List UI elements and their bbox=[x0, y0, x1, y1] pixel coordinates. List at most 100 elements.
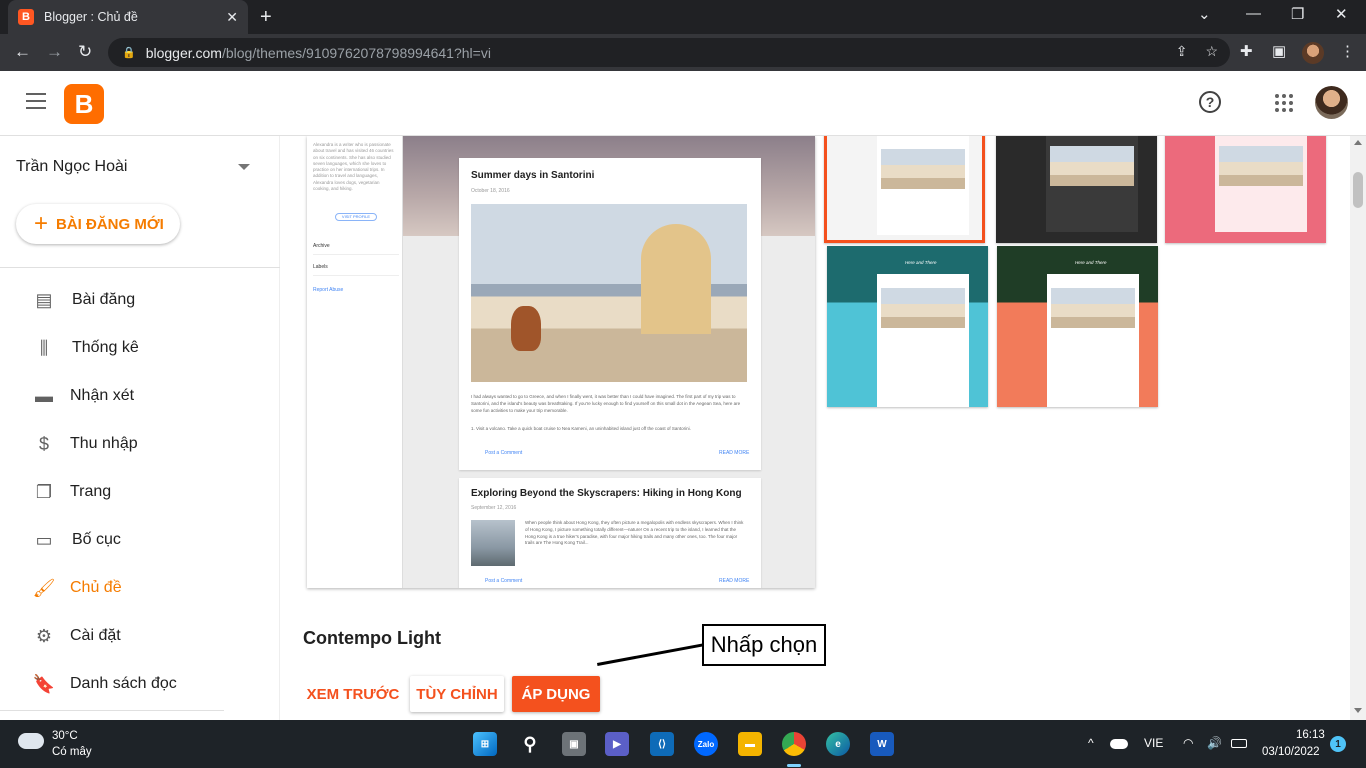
back-icon[interactable]: ← bbox=[14, 42, 31, 62]
dollar-icon: $ bbox=[38, 433, 49, 454]
scrollbar-thumb[interactable] bbox=[1353, 172, 1363, 208]
sidebar-item-label: Bài đăng bbox=[72, 291, 136, 308]
bookmark-star-icon[interactable]: ☆ bbox=[1205, 43, 1218, 60]
forward-icon[interactable]: → bbox=[46, 42, 63, 62]
thumbnail-label: Here and There bbox=[1075, 260, 1107, 265]
preview-post-image bbox=[471, 204, 747, 382]
thumbnail-label: Here and There bbox=[905, 260, 937, 265]
file-explorer-icon[interactable]: ▬ bbox=[738, 732, 762, 756]
thumbnail-image bbox=[1219, 146, 1303, 186]
theme-thumbnail[interactable] bbox=[824, 136, 985, 243]
help-icon[interactable]: ? bbox=[1199, 91, 1221, 113]
task-view-icon[interactable]: ▣ bbox=[562, 732, 586, 756]
browser-tab[interactable]: B Blogger : Chủ đề ✕ bbox=[8, 0, 248, 34]
extensions-icon[interactable]: ✚ bbox=[1240, 42, 1253, 60]
sidebar-item-settings[interactable]: ⚙ Cài đặt bbox=[0, 612, 280, 660]
preview-post-text: When people think about Hong Kong, they … bbox=[525, 520, 744, 546]
clock-time[interactable]: 16:13 bbox=[1296, 729, 1325, 741]
tab-search-icon[interactable]: ⌄ bbox=[1198, 5, 1211, 23]
scroll-down-icon[interactable] bbox=[1354, 708, 1362, 713]
chevron-up-icon[interactable]: ^ bbox=[1088, 736, 1094, 750]
edge-icon[interactable]: e bbox=[826, 732, 850, 756]
thumbnail-image bbox=[881, 149, 965, 189]
volume-icon[interactable]: 🔊 bbox=[1207, 736, 1222, 750]
new-tab-icon[interactable]: + bbox=[260, 6, 272, 29]
chevron-down-icon[interactable] bbox=[238, 164, 250, 170]
plus-icon: + bbox=[34, 210, 49, 237]
vscode-icon[interactable]: ⟨⟩ bbox=[650, 732, 674, 756]
reload-icon[interactable]: ↻ bbox=[78, 42, 92, 62]
divider bbox=[0, 710, 224, 711]
preview-visit-profile: VISIT PROFILE bbox=[335, 213, 377, 221]
input-language[interactable]: VIE bbox=[1144, 736, 1163, 750]
theme-thumbnail[interactable] bbox=[996, 136, 1157, 243]
sidebar-item-pages[interactable]: ❐ Trang bbox=[0, 468, 280, 516]
blog-selector[interactable]: Trần Ngọc Hoài bbox=[16, 158, 127, 176]
preview-pot-shape bbox=[511, 306, 541, 351]
theme-name: Contempo Light bbox=[303, 628, 441, 648]
new-post-button[interactable]: + BÀI ĐĂNG MỚI bbox=[16, 204, 180, 244]
address-bar[interactable]: 🔒 blogger.com/blog/themes/91097620787989… bbox=[108, 38, 1230, 67]
url-path: /blog/themes/9109762078798994641?hl=vi bbox=[221, 44, 491, 61]
account-avatar[interactable] bbox=[1315, 86, 1348, 119]
new-post-label: BÀI ĐĂNG MỚI bbox=[56, 215, 164, 233]
wifi-icon[interactable]: ◠ bbox=[1183, 736, 1193, 750]
chrome-menu-icon[interactable]: ⋮ bbox=[1340, 42, 1355, 60]
theme-thumbnail[interactable] bbox=[1165, 136, 1326, 243]
share-icon[interactable]: ⇪ bbox=[1176, 43, 1188, 60]
divider bbox=[0, 267, 280, 268]
chrome-icon[interactable] bbox=[782, 732, 806, 756]
google-apps-icon[interactable] bbox=[1275, 94, 1293, 112]
thumbnail-image bbox=[1051, 288, 1135, 328]
search-icon[interactable]: ⚲ bbox=[518, 732, 542, 756]
sidebar-item-posts[interactable]: ▤ Bài đăng bbox=[0, 276, 280, 324]
gear-icon: ⚙ bbox=[35, 625, 53, 646]
clock-date[interactable]: 03/10/2022 bbox=[1262, 746, 1320, 758]
sidebar-item-label: Trang bbox=[70, 483, 112, 500]
chrome-profile-avatar[interactable] bbox=[1302, 42, 1324, 64]
windows-taskbar: 30°C Có mây ⊞ ⚲ ▣ ▶ ⟨⟩ Zalo ▬ e W ^ VIE … bbox=[0, 720, 1366, 768]
sidebar-item-earnings[interactable]: $ Thu nhập bbox=[0, 420, 280, 468]
close-tab-icon[interactable]: ✕ bbox=[226, 9, 238, 26]
sidebar-item-stats[interactable]: ⫼ Thống kê bbox=[0, 324, 280, 372]
onedrive-icon[interactable] bbox=[1110, 739, 1128, 749]
preview-button[interactable]: XEM TRƯỚC bbox=[303, 676, 403, 712]
blogger-logo-icon[interactable]: B bbox=[64, 84, 104, 124]
theme-thumbnail[interactable]: Here and There bbox=[827, 246, 988, 407]
theme-thumbnail[interactable]: Here and There bbox=[997, 246, 1158, 407]
word-icon[interactable]: W bbox=[870, 732, 894, 756]
sidebar-item-reading-list[interactable]: 🔖 Danh sách đọc bbox=[0, 660, 280, 708]
minimize-icon[interactable]: — bbox=[1246, 5, 1261, 22]
sidebar-item-label: Danh sách đọc bbox=[70, 675, 177, 692]
side-panel-icon[interactable]: ▣ bbox=[1272, 42, 1286, 60]
cloud-icon[interactable] bbox=[18, 733, 44, 749]
menu-icon[interactable] bbox=[26, 93, 46, 114]
close-window-icon[interactable]: ✕ bbox=[1335, 5, 1348, 23]
sidebar-item-layout[interactable]: ▭ Bố cục bbox=[0, 516, 280, 564]
windows-start-icon[interactable]: ⊞ bbox=[473, 732, 497, 756]
preview-post-thumbnail bbox=[471, 520, 515, 566]
preview-post-text: 1. Visit a volcano. Take a quick boat cr… bbox=[471, 426, 691, 431]
chat-icon[interactable]: ▶ bbox=[605, 732, 629, 756]
zalo-icon[interactable]: Zalo bbox=[694, 732, 718, 756]
notification-badge[interactable]: 1 bbox=[1330, 736, 1346, 752]
weather-temperature[interactable]: 30°C bbox=[52, 730, 78, 742]
annotation-callout: Nhấp chọn bbox=[702, 624, 826, 666]
tab-title: Blogger : Chủ đề bbox=[44, 10, 138, 24]
customize-button[interactable]: TÙY CHỈNH bbox=[410, 676, 504, 712]
browser-toolbar: ← → ↻ 🔒 blogger.com/blog/themes/91097620… bbox=[0, 34, 1366, 71]
thumbnail-image bbox=[881, 288, 965, 328]
restore-icon[interactable]: ❐ bbox=[1291, 5, 1304, 23]
theme-preview[interactable]: Alexandra is a writer who is passionate … bbox=[307, 136, 815, 588]
stats-icon: ⫼ bbox=[39, 337, 49, 358]
weather-description[interactable]: Có mây bbox=[52, 746, 92, 758]
scroll-up-icon[interactable] bbox=[1354, 140, 1362, 145]
preview-author-bio: Alexandra is a writer who is passionate … bbox=[313, 142, 394, 192]
sidebar-item-theme[interactable]: 🖌 Chủ đề bbox=[0, 564, 280, 612]
sidebar-item-comments[interactable]: ▬ Nhận xét bbox=[0, 372, 280, 420]
thumbnail-image bbox=[1050, 146, 1134, 186]
sidebar-item-label: Chủ đề bbox=[70, 579, 122, 596]
apply-button[interactable]: ÁP DỤNG bbox=[512, 676, 600, 712]
battery-icon[interactable] bbox=[1231, 739, 1247, 748]
scrollbar[interactable] bbox=[1350, 136, 1366, 720]
